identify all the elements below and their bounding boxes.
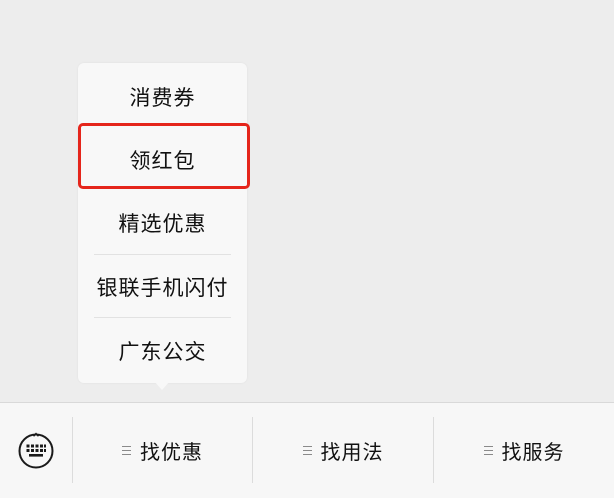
submenu-item-quickpass[interactable]: 银联手机闪付: [78, 255, 247, 319]
submenu-item-selected-offers[interactable]: 精选优惠: [78, 191, 247, 255]
menu-lines-icon: [483, 446, 493, 455]
menu-tab-find-usage[interactable]: 找用法: [253, 403, 433, 498]
menu-tab-label: 找优惠: [140, 440, 203, 464]
popup-submenu: 消费券 领红包 精选优惠 银联手机闪付 广东公交: [78, 63, 247, 383]
keyboard-toggle-button[interactable]: [0, 403, 72, 498]
menu-tab-find-service[interactable]: 找服务: [434, 403, 614, 498]
submenu-item-label: 广东公交: [118, 340, 207, 364]
submenu-pointer-arrow: [154, 381, 170, 390]
menu-lines-icon: [122, 446, 131, 455]
menu-tab-find-offers[interactable]: 找优惠: [73, 403, 252, 498]
submenu-item-guangdong-bus[interactable]: 广东公交: [78, 319, 247, 383]
submenu-item-red-packet[interactable]: 领红包: [78, 128, 247, 192]
submenu-item-label: 银联手机闪付: [96, 276, 229, 300]
submenu-divider: [94, 317, 231, 318]
menu-tab-label: 找用法: [320, 440, 384, 464]
submenu-item-label: 精选优惠: [118, 212, 207, 236]
keyboard-icon: [18, 431, 54, 468]
submenu-item-coupon[interactable]: 消费券: [78, 65, 247, 129]
chat-screen: 消费券 领红包 精选优惠 银联手机闪付 广东公交 找优惠 找用法 找服务: [0, 0, 614, 498]
menu-lines-icon: [302, 446, 312, 455]
submenu-item-label: 消费券: [129, 86, 196, 110]
menu-tab-label: 找服务: [501, 440, 565, 464]
submenu-item-label: 领红包: [129, 149, 196, 173]
bottom-menu-bar: 找优惠 找用法 找服务: [0, 402, 614, 498]
